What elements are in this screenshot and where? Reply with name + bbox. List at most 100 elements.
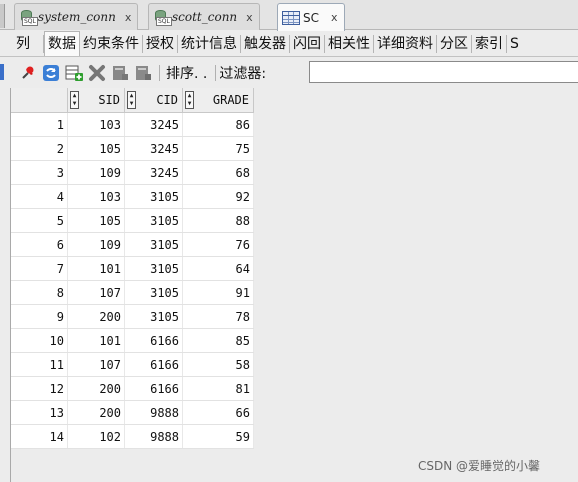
pin-icon[interactable] bbox=[18, 63, 38, 83]
subtab-overflow[interactable]: S bbox=[507, 35, 522, 53]
cell-sid[interactable]: 107 bbox=[67, 352, 125, 377]
insert-row-icon[interactable] bbox=[64, 63, 84, 83]
cell-cid[interactable]: 3105 bbox=[124, 184, 183, 209]
table-row[interactable]: 4 103 3105 92 bbox=[11, 184, 254, 209]
table-row[interactable]: 8 107 3105 91 bbox=[11, 280, 254, 305]
close-tab-button[interactable]: x bbox=[125, 11, 132, 24]
cell-cid[interactable]: 3245 bbox=[124, 112, 183, 137]
cell-grade[interactable]: 64 bbox=[182, 256, 254, 281]
cell-grade[interactable]: 58 bbox=[182, 352, 254, 377]
sort-indicator-icon[interactable]: ▲ ▼ bbox=[70, 91, 79, 109]
sort-button[interactable]: 排序. . bbox=[166, 63, 207, 83]
commit-icon[interactable] bbox=[110, 63, 130, 83]
sort-indicator-icon[interactable]: ▲ ▼ bbox=[185, 91, 194, 109]
cell-grade[interactable]: 59 bbox=[182, 424, 254, 449]
cell-sid[interactable]: 109 bbox=[67, 232, 125, 257]
subtab-grants[interactable]: 授权 bbox=[143, 34, 178, 53]
cell-grade[interactable]: 76 bbox=[182, 232, 254, 257]
table-row[interactable]: 14 102 9888 59 bbox=[11, 424, 254, 449]
column-header-sid[interactable]: ▲ ▼ SID bbox=[67, 88, 125, 113]
cell-cid[interactable]: 9888 bbox=[124, 400, 183, 425]
cell-sid[interactable]: 200 bbox=[67, 304, 125, 329]
table-row[interactable]: 13 200 9888 66 bbox=[11, 400, 254, 425]
cell-grade[interactable]: 78 bbox=[182, 304, 254, 329]
cell-cid[interactable]: 6166 bbox=[124, 352, 183, 377]
subtab-flashback[interactable]: 闪回 bbox=[290, 34, 325, 53]
cell-grade[interactable]: 68 bbox=[182, 160, 254, 185]
cell-sid[interactable]: 200 bbox=[67, 376, 125, 401]
table-row[interactable]: 2 105 3245 75 bbox=[11, 136, 254, 161]
cell-grade[interactable]: 66 bbox=[182, 400, 254, 425]
table-row[interactable]: 9 200 3105 78 bbox=[11, 304, 254, 329]
table-row[interactable]: 3 109 3245 68 bbox=[11, 160, 254, 185]
tab-sc-table[interactable]: SC x bbox=[277, 3, 345, 31]
cell-grade[interactable]: 91 bbox=[182, 280, 254, 305]
subtab-constraints[interactable]: 约束条件 bbox=[80, 34, 143, 53]
table-row[interactable]: 12 200 6166 81 bbox=[11, 376, 254, 401]
tab-scott-conn[interactable]: SQL scott_conn x bbox=[148, 3, 260, 30]
cell-grade[interactable]: 92 bbox=[182, 184, 254, 209]
column-header-grade[interactable]: ▲ ▼ GRADE bbox=[182, 88, 254, 113]
cell-cid[interactable]: 3105 bbox=[124, 232, 183, 257]
cell-cid[interactable]: 3245 bbox=[124, 136, 183, 161]
subtab-details[interactable]: 详细资料 bbox=[374, 34, 437, 53]
cell-sid[interactable]: 102 bbox=[67, 424, 125, 449]
table-row[interactable]: 10 101 6166 85 bbox=[11, 328, 254, 353]
close-tab-button[interactable]: x bbox=[246, 11, 253, 24]
cell-cid[interactable]: 3245 bbox=[124, 160, 183, 185]
cell-grade[interactable]: 85 bbox=[182, 328, 254, 353]
subtab-indexes[interactable]: 索引 bbox=[472, 34, 507, 53]
row-number: 1 bbox=[11, 112, 68, 137]
subtab-data[interactable]: 数据 bbox=[44, 31, 80, 56]
sort-indicator-icon[interactable]: ▲ ▼ bbox=[127, 91, 136, 109]
cell-grade[interactable]: 75 bbox=[182, 136, 254, 161]
cell-cid[interactable]: 3105 bbox=[124, 208, 183, 233]
tab-label: system_conn bbox=[38, 10, 116, 24]
subtab-columns[interactable]: 列 bbox=[0, 34, 44, 53]
cell-cid[interactable]: 3105 bbox=[124, 256, 183, 281]
filter-input[interactable] bbox=[309, 61, 578, 83]
table-row[interactable]: 6 109 3105 76 bbox=[11, 232, 254, 257]
cell-cid[interactable]: 3105 bbox=[124, 304, 183, 329]
row-number: 7 bbox=[11, 256, 68, 281]
rollback-icon[interactable] bbox=[133, 63, 153, 83]
row-number: 10 bbox=[11, 328, 68, 353]
cell-sid[interactable]: 103 bbox=[67, 184, 125, 209]
cell-sid[interactable]: 105 bbox=[67, 136, 125, 161]
cell-cid[interactable]: 6166 bbox=[124, 328, 183, 353]
delete-row-icon[interactable] bbox=[87, 63, 107, 83]
cell-sid[interactable]: 101 bbox=[67, 256, 125, 281]
subtab-triggers[interactable]: 触发器 bbox=[241, 34, 290, 53]
column-header-label: GRADE bbox=[212, 93, 249, 107]
row-number: 2 bbox=[11, 136, 68, 161]
table-row[interactable]: 11 107 6166 58 bbox=[11, 352, 254, 377]
data-grid-area: ▲ ▼ SID ▲ ▼ CID ▲ ▼ GRADE 1 103 3245 86 2 105 3245 75… bbox=[10, 88, 578, 482]
table-row[interactable]: 5 105 3105 88 bbox=[11, 208, 254, 233]
cell-grade[interactable]: 86 bbox=[182, 112, 254, 137]
cell-cid[interactable]: 3105 bbox=[124, 280, 183, 305]
cell-cid[interactable]: 6166 bbox=[124, 376, 183, 401]
column-header-label: SID bbox=[98, 93, 120, 107]
refresh-icon[interactable] bbox=[41, 63, 61, 83]
cell-grade[interactable]: 81 bbox=[182, 376, 254, 401]
row-number: 13 bbox=[11, 400, 68, 425]
sql-connection-icon: SQL bbox=[19, 9, 38, 26]
row-number: 8 bbox=[11, 280, 68, 305]
cell-grade[interactable]: 88 bbox=[182, 208, 254, 233]
cell-sid[interactable]: 200 bbox=[67, 400, 125, 425]
tab-system-conn[interactable]: SQL system_conn x bbox=[14, 3, 139, 30]
subtab-dependencies[interactable]: 相关性 bbox=[325, 34, 374, 53]
subtab-partitions[interactable]: 分区 bbox=[437, 34, 472, 53]
table-row[interactable]: 7 101 3105 64 bbox=[11, 256, 254, 281]
cell-sid[interactable]: 107 bbox=[67, 280, 125, 305]
cell-cid[interactable]: 9888 bbox=[124, 424, 183, 449]
close-tab-button[interactable]: x bbox=[331, 11, 338, 24]
subtab-statistics[interactable]: 统计信息 bbox=[178, 34, 241, 53]
table-row[interactable]: 1 103 3245 86 bbox=[11, 112, 254, 137]
cell-sid[interactable]: 109 bbox=[67, 160, 125, 185]
column-header-label: CID bbox=[156, 93, 178, 107]
cell-sid[interactable]: 105 bbox=[67, 208, 125, 233]
column-header-cid[interactable]: ▲ ▼ CID bbox=[124, 88, 183, 113]
cell-sid[interactable]: 101 bbox=[67, 328, 125, 353]
cell-sid[interactable]: 103 bbox=[67, 112, 125, 137]
